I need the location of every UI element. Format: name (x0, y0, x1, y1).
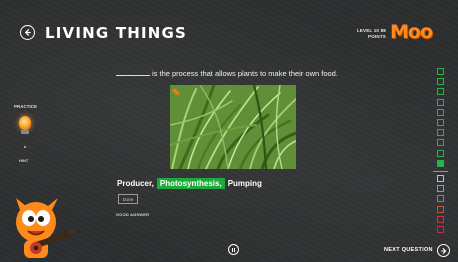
lightbulb-icon[interactable] (19, 116, 31, 130)
next-question-button[interactable] (437, 244, 450, 257)
pause-icon-bar (234, 247, 236, 252)
mascot-character (16, 198, 76, 258)
done-button[interactable]: Done (118, 194, 138, 204)
practice-label: PRACTICE (14, 104, 38, 109)
logo-text: Moo (390, 21, 433, 43)
progress-tracker (437, 68, 445, 167)
progress-box (437, 129, 444, 137)
progress-box-remaining (437, 195, 444, 203)
hint-dot (24, 146, 26, 148)
progress-box (437, 78, 444, 86)
progress-box (437, 118, 444, 126)
progress-divider (433, 171, 448, 173)
page-title: LIVING THINGS (45, 24, 188, 42)
progress-box-remaining (437, 185, 444, 193)
hint-caption: HINT (19, 158, 29, 163)
pause-button[interactable] (228, 244, 239, 255)
arrow-left-icon (24, 29, 31, 36)
option-photosynthesis[interactable]: Photosynthesis, (156, 178, 225, 189)
arrow-right-icon (440, 247, 446, 254)
question-image (170, 85, 296, 169)
moo-tag-icon: ✎ (172, 88, 181, 99)
app-logo: Moo (390, 21, 433, 43)
progress-box-remaining (437, 225, 444, 233)
lightbulb-base (21, 130, 29, 134)
question-text-container: is the process that allows plants to mak… (116, 69, 338, 78)
feedback-text: GOOD ANSWER (116, 212, 150, 217)
progress-box (437, 98, 444, 106)
question-text: is the process that allows plants to mak… (152, 69, 338, 78)
progress-box (437, 68, 444, 75)
next-question-label[interactable]: NEXT QUESTION (384, 247, 433, 253)
answer-blank (116, 75, 150, 76)
progress-box (437, 149, 444, 157)
progress-box (437, 88, 444, 96)
option-pumping[interactable]: Pumping (227, 178, 263, 189)
progress-box-current (437, 159, 444, 167)
progress-box-remaining (437, 215, 444, 223)
progress-box (437, 108, 444, 116)
progress-box-remaining (437, 175, 444, 182)
progress-box-remaining (437, 205, 444, 213)
level-points-text: LEVEL 10 88 POINTS (356, 28, 386, 39)
pause-icon-bar (231, 247, 233, 252)
progress-box (437, 139, 444, 147)
answer-options: Producer, Photosynthesis, Pumping (116, 178, 263, 189)
option-producer[interactable]: Producer, (116, 178, 155, 189)
progress-tracker-remaining (437, 175, 445, 233)
back-button[interactable] (20, 25, 35, 40)
